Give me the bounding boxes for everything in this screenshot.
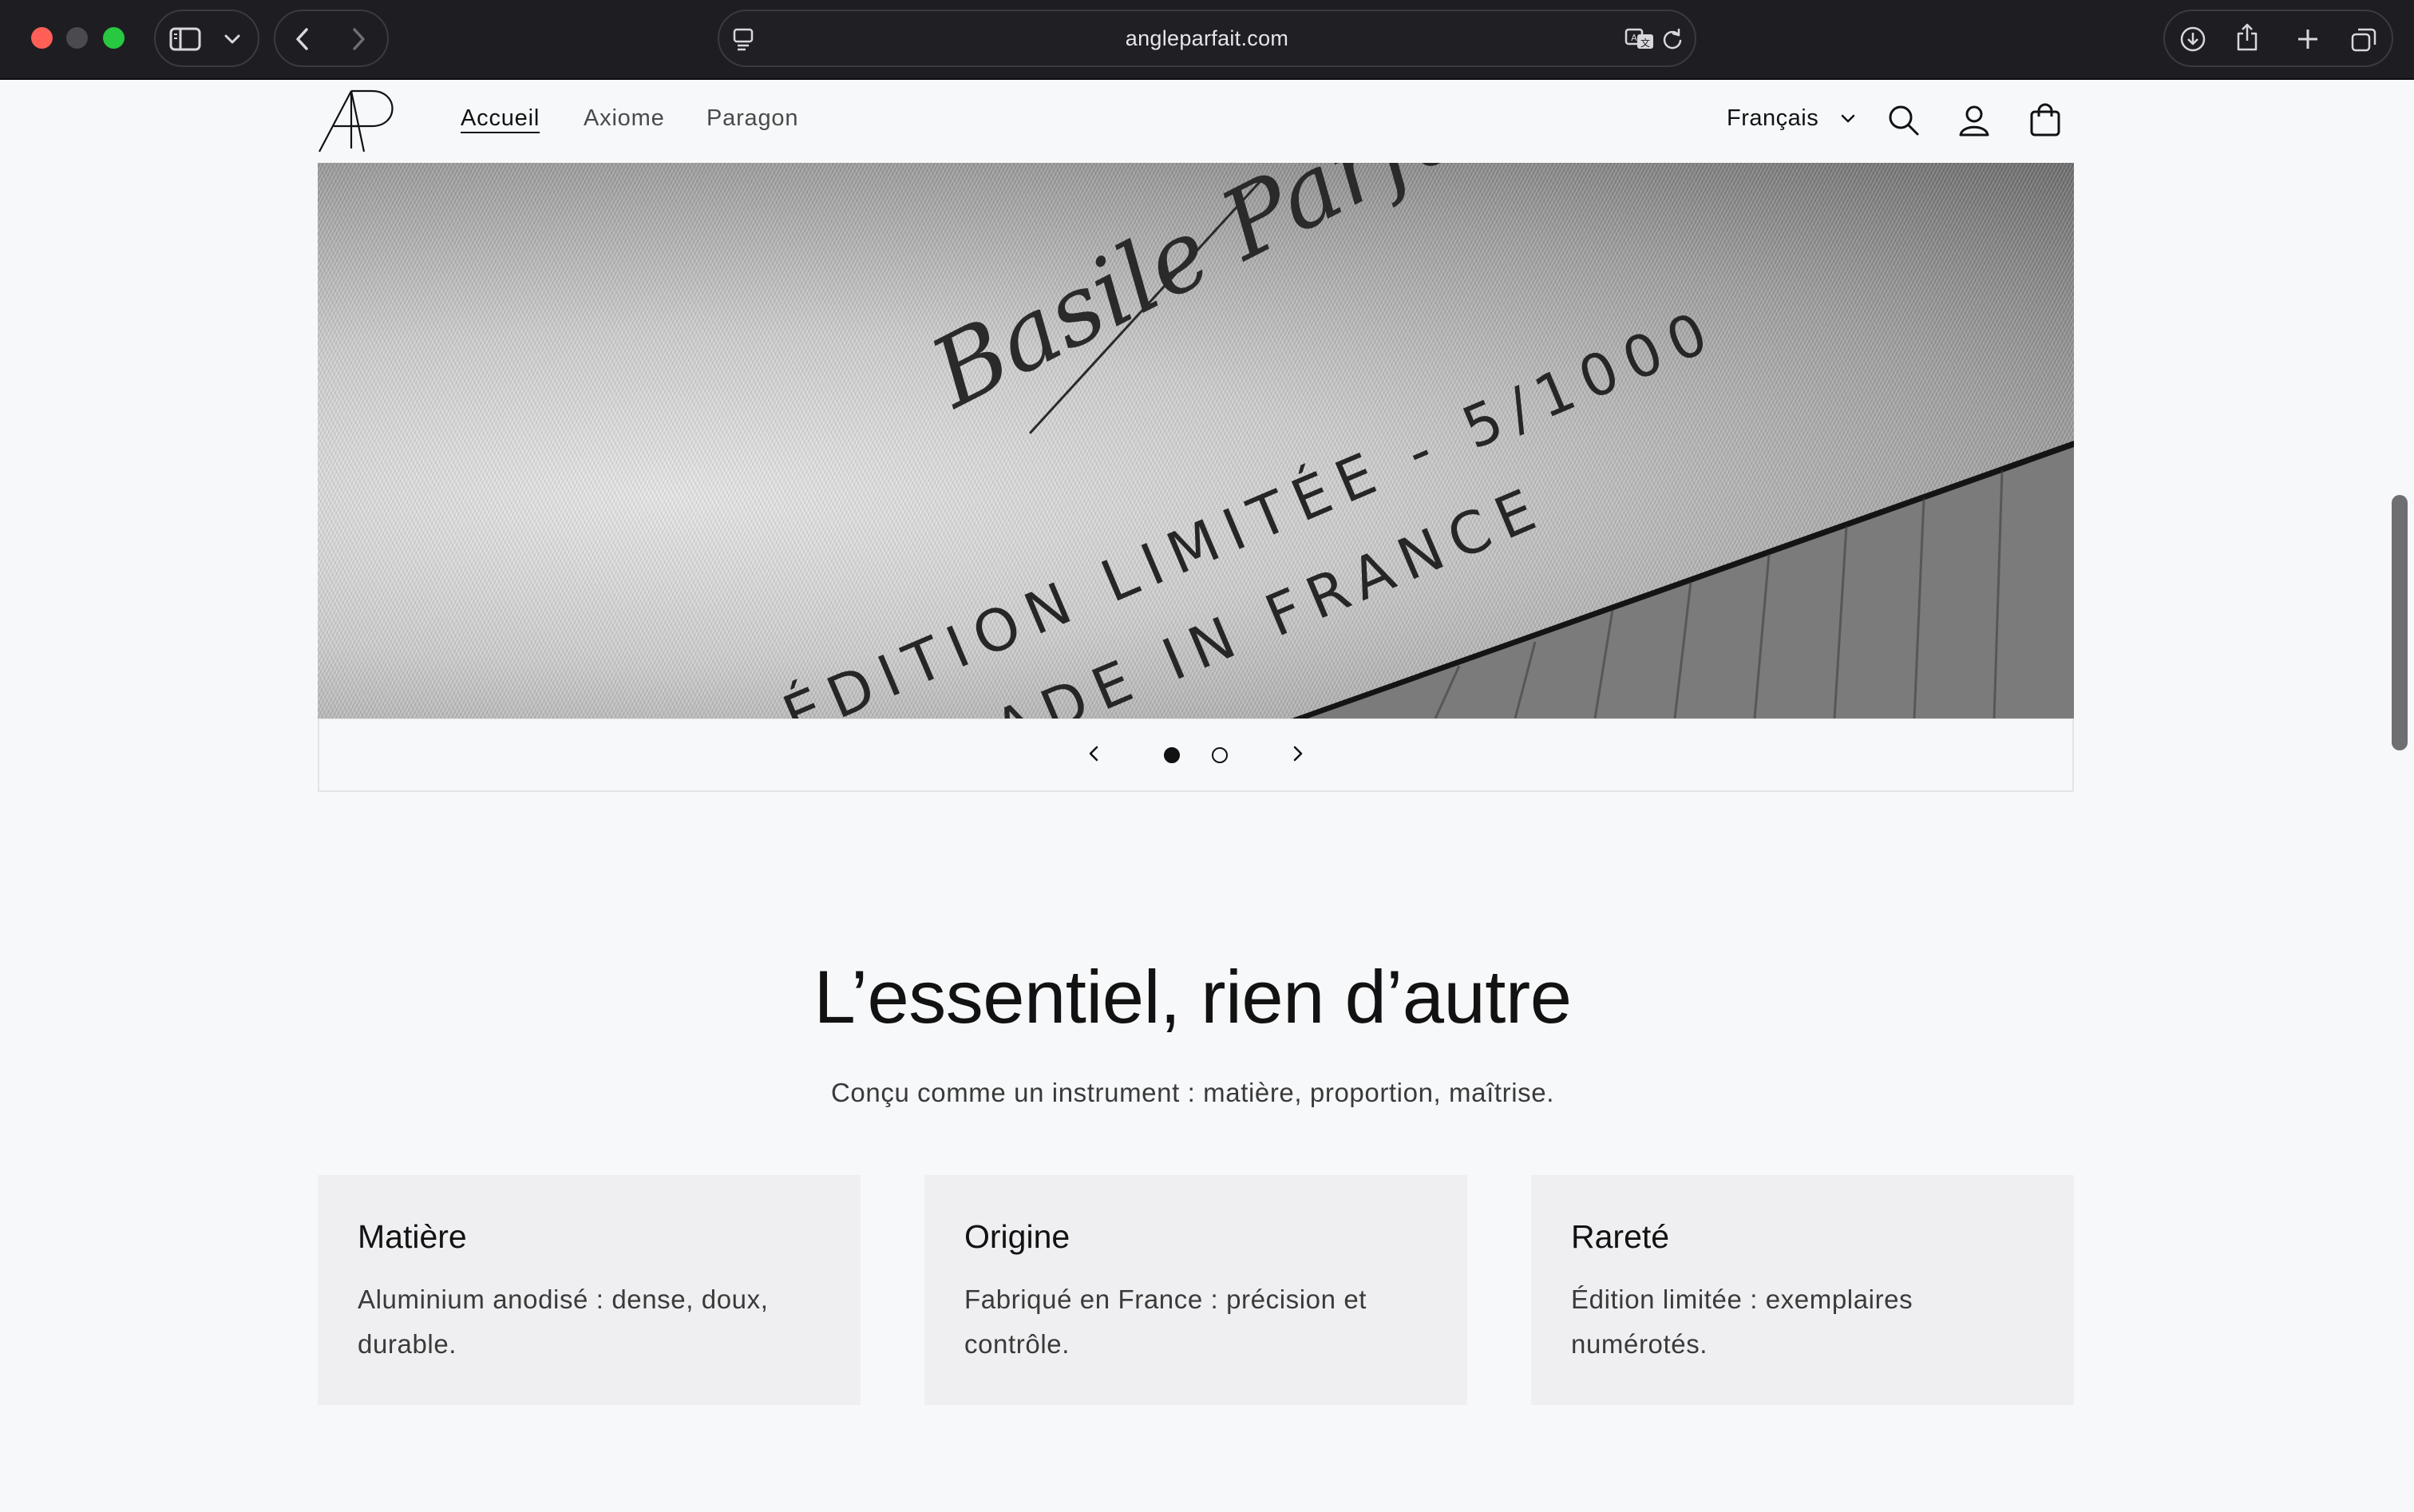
page-scrollbar-track[interactable] (2385, 80, 2414, 1512)
url-text: angleparfait.com (1125, 26, 1289, 50)
tab-overview-icon[interactable] (2350, 27, 2377, 53)
account-icon[interactable] (1957, 104, 1991, 141)
slideshow-controls (318, 718, 2074, 792)
slide-dot-2[interactable] (1212, 747, 1228, 763)
chevron-down-icon[interactable] (1840, 113, 1856, 129)
share-icon[interactable] (2235, 22, 2259, 53)
feature-card-rarete: Rareté Édition limitée : exemplaires num… (1531, 1175, 2074, 1405)
toolbar-actions-group (2163, 10, 2393, 67)
search-icon[interactable] (1887, 104, 1921, 141)
feature-card-matiere: Matière Aluminium anodisé : dense, doux,… (318, 1175, 861, 1405)
page-scrollbar-thumb[interactable] (2392, 495, 2408, 750)
feature-card-title: Origine (964, 1218, 1070, 1255)
hero-slide-image: Basile Parfait ÉDITION LIMITÉE - 5/1000 … (318, 163, 2074, 718)
translate-icon[interactable]: 文A (1625, 27, 1656, 51)
window-maximize-button[interactable] (103, 27, 125, 49)
section-title: L’essentiel, rien d’autre (813, 955, 1572, 1039)
previous-slide-button[interactable] (1086, 740, 1102, 771)
language-selector[interactable]: Français (1727, 105, 1818, 132)
address-bar[interactable]: angleparfait.com 文A (718, 10, 1696, 67)
cart-icon[interactable] (2028, 102, 2062, 141)
browser-toolbar: angleparfait.com 文A (0, 0, 2414, 80)
chevron-down-icon[interactable] (224, 34, 241, 45)
next-slide-button[interactable] (1290, 740, 1306, 771)
slide-dot-1[interactable] (1164, 747, 1180, 763)
site-logo[interactable] (316, 88, 401, 157)
feature-card-origine: Origine Fabriqué en France : précision e… (924, 1175, 1467, 1405)
reload-icon[interactable] (1661, 27, 1684, 51)
window-minimize-button[interactable] (66, 27, 88, 49)
nav-link-axiome[interactable]: Axiome (584, 105, 665, 132)
feature-card-title: Rareté (1571, 1218, 1670, 1255)
nav-link-accueil[interactable]: Accueil (461, 105, 540, 132)
svg-text:Basile Parfait: Basile Parfait (913, 163, 1545, 430)
plus-icon[interactable] (2296, 27, 2320, 51)
nav-link-paragon[interactable]: Paragon (706, 105, 798, 132)
window-close-button[interactable] (31, 27, 53, 49)
chevron-right-icon[interactable] (350, 27, 366, 51)
web-page: Accueil Axiome Paragon Français Basile P… (0, 80, 2414, 1512)
feature-card-title: Matière (358, 1218, 467, 1255)
feature-card-text: Aluminium anodisé : dense, doux, durable… (358, 1284, 769, 1359)
svg-text:A: A (1631, 33, 1637, 43)
chevron-left-icon[interactable] (295, 27, 311, 51)
sidebar-toggle-group (154, 10, 259, 67)
site-header: Accueil Axiome Paragon Français (0, 80, 2385, 163)
feature-card-text: Fabriqué en France : précision et contrô… (964, 1284, 1367, 1359)
history-nav-group (274, 10, 389, 67)
section-subtitle: Conçu comme un instrument : matière, pro… (831, 1078, 1554, 1107)
feature-card-text: Édition limitée : exemplaires numérotés. (1571, 1284, 1913, 1359)
svg-text:文: 文 (1640, 37, 1650, 49)
download-icon[interactable] (2179, 26, 2206, 53)
hero-engraving: Basile Parfait ÉDITION LIMITÉE - 5/1000 … (774, 163, 2074, 718)
sidebar-icon[interactable] (169, 27, 201, 51)
